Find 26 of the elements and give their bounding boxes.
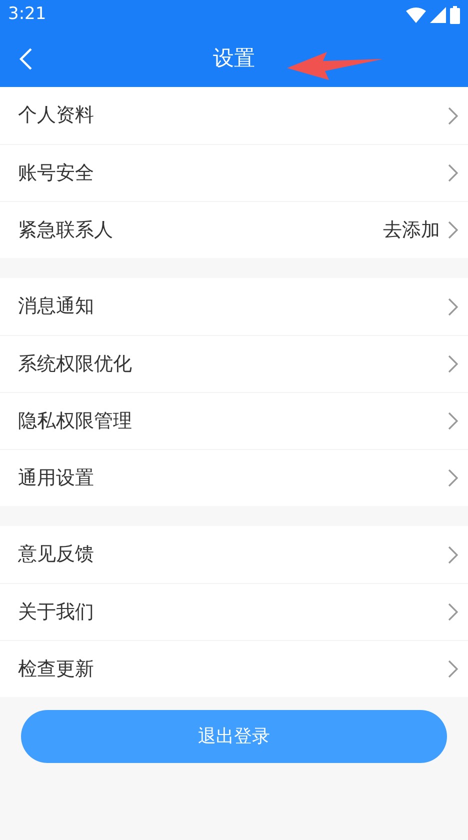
status-time: 3:21 xyxy=(8,3,46,26)
chevron-right-icon xyxy=(448,660,458,678)
battery-icon xyxy=(450,6,460,24)
chevron-right-icon xyxy=(448,412,458,430)
chevron-right-icon xyxy=(448,546,458,564)
row-label: 个人资料 xyxy=(18,103,95,128)
chevron-right-icon xyxy=(448,603,458,621)
chevron-right-icon xyxy=(448,469,458,487)
row-label: 关于我们 xyxy=(18,600,95,625)
wifi-icon xyxy=(406,7,426,23)
signal-icon xyxy=(430,7,446,23)
chevron-right-icon xyxy=(448,298,458,316)
row-label: 通用设置 xyxy=(18,466,95,491)
chevron-right-icon xyxy=(448,106,458,124)
page-title: 设置 xyxy=(213,44,255,72)
row-label: 隐私权限管理 xyxy=(18,408,133,434)
row-label: 账号安全 xyxy=(18,160,95,186)
chevron-right-icon xyxy=(448,164,458,182)
row-label: 检查更新 xyxy=(18,656,95,682)
row-label: 消息通知 xyxy=(18,294,95,320)
row-value: 去添加 xyxy=(383,218,440,243)
row-label: 意见反馈 xyxy=(18,542,95,568)
chevron-right-icon xyxy=(448,355,458,373)
row-label: 紧急联系人 xyxy=(18,218,114,243)
chevron-right-icon xyxy=(448,221,458,239)
row-label: 系统权限优化 xyxy=(18,352,133,377)
